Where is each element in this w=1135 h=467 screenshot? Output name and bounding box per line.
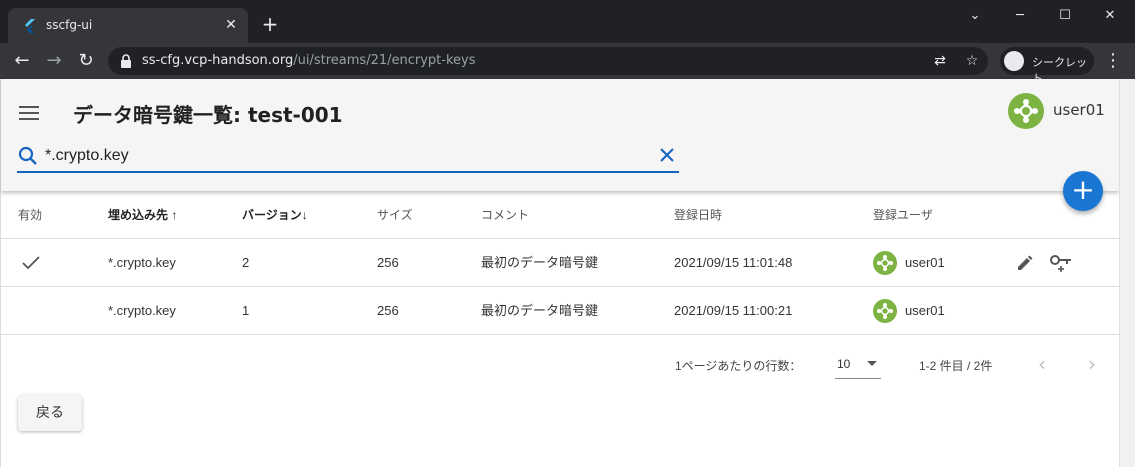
- user-avatar-icon: [873, 251, 897, 275]
- column-header-user[interactable]: 登録ユーザ: [873, 191, 933, 239]
- cell-version: 1: [242, 303, 250, 318]
- column-header-size[interactable]: サイズ: [377, 191, 413, 239]
- back-arrow-icon[interactable]: ←: [10, 49, 34, 73]
- lock-icon: [121, 54, 131, 68]
- rows-per-page-label: 1ページあたりの行数：: [675, 359, 802, 373]
- pagination: 1ページあたりの行数： 10 1-2 件目 / 2件 ‹ ›: [1, 337, 1119, 393]
- cell-registered: 2021/09/15 11:00:21: [674, 303, 793, 318]
- column-header-target[interactable]: 埋め込み先 ↑: [108, 191, 177, 239]
- scrollbar[interactable]: [1119, 79, 1135, 467]
- incognito-indicator[interactable]: シークレット: [1000, 47, 1094, 85]
- new-tab-button[interactable]: +: [260, 14, 280, 34]
- incognito-icon: [1004, 51, 1024, 71]
- column-header-registered[interactable]: 登録日時: [674, 191, 722, 239]
- cell-registered: 2021/09/15 11:01:48: [674, 255, 793, 270]
- key-icon[interactable]: [1049, 253, 1073, 273]
- table-row[interactable]: *.crypto.key 1 256 最初のデータ暗号鍵 2021/09/15 …: [1, 287, 1119, 335]
- column-header-active: 有効: [18, 208, 43, 222]
- browser-toolbar: ← → ↻ ss-cfg.vcp-handson.org/ui/streams/…: [0, 43, 1135, 85]
- translate-icon[interactable]: ⇄: [930, 51, 950, 71]
- search-input[interactable]: [45, 143, 645, 169]
- cell-version: 2: [242, 255, 250, 270]
- address-bar[interactable]: ss-cfg.vcp-handson.org/ui/streams/21/enc…: [108, 47, 988, 75]
- menu-icon[interactable]: [19, 103, 41, 121]
- dropdown-arrow-icon: [867, 361, 877, 366]
- next-page-icon[interactable]: ›: [1081, 353, 1103, 375]
- search-icon: [18, 146, 37, 165]
- rows-per-page-value: 10: [837, 357, 851, 371]
- previous-page-icon[interactable]: ‹: [1031, 353, 1053, 375]
- url-text: ss-cfg.vcp-handson.org/ui/streams/21/enc…: [142, 53, 476, 68]
- cell-size: 256: [377, 303, 399, 318]
- column-header-version[interactable]: バージョン↓: [242, 191, 308, 239]
- page-title: データ暗号鍵一覧: test-001: [73, 103, 343, 127]
- bookmark-star-icon[interactable]: ☆: [962, 51, 982, 71]
- edit-icon[interactable]: [1015, 253, 1035, 273]
- browser-tab[interactable]: sscfg-ui ✕: [8, 8, 248, 43]
- cell-user: user01: [905, 303, 945, 318]
- browser-titlebar: sscfg-ui ✕ + ⌄ ─ ☐ ✕: [0, 0, 1135, 43]
- flutter-icon: [25, 19, 35, 33]
- cell-comment: 最初のデータ暗号鍵: [481, 255, 599, 270]
- rows-per-page-select[interactable]: 10: [835, 349, 881, 379]
- clear-icon[interactable]: [657, 145, 677, 165]
- maximize-icon[interactable]: ☐: [1052, 6, 1078, 26]
- user-avatar-icon[interactable]: [1008, 93, 1044, 129]
- cell-comment: 最初のデータ暗号鍵: [481, 303, 599, 318]
- reload-icon[interactable]: ↻: [74, 49, 98, 73]
- cell-user: user01: [905, 255, 945, 270]
- back-button[interactable]: 戻る: [18, 395, 82, 431]
- table-header: 有効 埋め込み先 ↑ バージョン↓ サイズ コメント 登録日時 登録ユーザ: [1, 191, 1119, 239]
- keys-table: 有効 埋め込み先 ↑ バージョン↓ サイズ コメント 登録日時 登録ユーザ *.…: [1, 191, 1119, 335]
- minimize-icon[interactable]: ─: [1007, 6, 1033, 26]
- user-name[interactable]: user01: [1053, 101, 1105, 119]
- cell-target: *.crypto.key: [108, 255, 176, 270]
- search-field: [17, 141, 679, 173]
- column-header-comment[interactable]: コメント: [481, 191, 529, 239]
- cell-size: 256: [377, 255, 399, 270]
- page-range: 1-2 件目 / 2件: [919, 359, 993, 373]
- tab-close-icon[interactable]: ✕: [222, 16, 240, 34]
- user-avatar-icon: [873, 299, 897, 323]
- app-content: データ暗号鍵一覧: test-001 user01 + 有効 埋め込み先 ↑: [0, 79, 1135, 467]
- cell-target: *.crypto.key: [108, 303, 176, 318]
- tab-title: sscfg-ui: [46, 18, 93, 32]
- forward-arrow-icon[interactable]: →: [42, 49, 66, 73]
- browser-menu-icon[interactable]: ⋮: [1104, 49, 1122, 73]
- app-bar: データ暗号鍵一覧: test-001 user01: [1, 79, 1119, 191]
- table-row[interactable]: *.crypto.key 2 256 最初のデータ暗号鍵 2021/09/15 …: [1, 239, 1119, 287]
- tab-search-icon[interactable]: ⌄: [962, 6, 988, 26]
- close-window-icon[interactable]: ✕: [1097, 6, 1123, 26]
- check-icon: [22, 256, 40, 270]
